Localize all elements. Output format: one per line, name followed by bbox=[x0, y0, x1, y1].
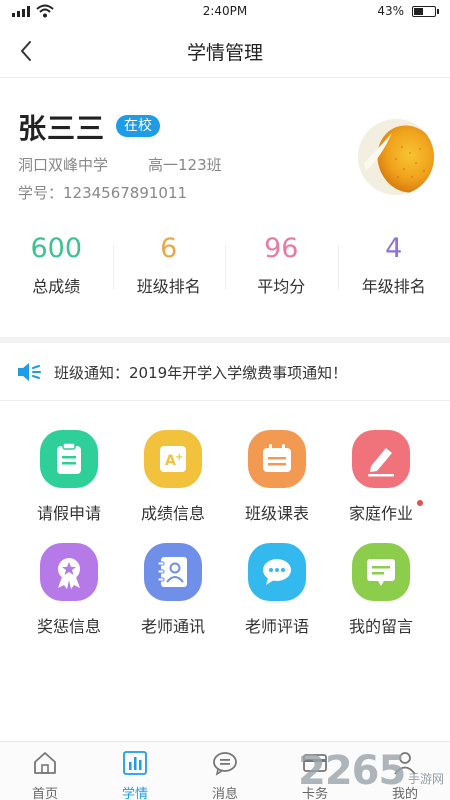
teacher-contacts-button[interactable]: 老师通讯 bbox=[121, 543, 225, 656]
stat-label: 班级排名 bbox=[136, 277, 201, 296]
stat-value: 96 bbox=[264, 233, 299, 264]
status-badge: 在校 bbox=[116, 115, 160, 137]
tab-mine[interactable]: 我的 bbox=[360, 742, 450, 800]
grid-item-label: 我的留言 bbox=[348, 617, 413, 636]
schedule-icon bbox=[248, 430, 306, 488]
tab-label: 我的 bbox=[391, 787, 418, 800]
teacher-comments-button[interactable]: 老师评语 bbox=[225, 543, 329, 656]
grid-item-label: 成绩信息 bbox=[140, 504, 205, 523]
tab-label: 卡务 bbox=[301, 787, 328, 800]
feature-grid: 请假申请 A + 成绩信息 班级课表 家庭作业 奖惩信息 老师通讯 老师评语 我… bbox=[0, 430, 450, 656]
grid-item-label: 老师评语 bbox=[244, 617, 309, 636]
tab-study[interactable]: 学情 bbox=[90, 742, 180, 800]
battery-icon bbox=[412, 6, 439, 17]
class-schedule-button[interactable]: 班级课表 bbox=[225, 430, 329, 543]
chat-icon bbox=[213, 752, 237, 776]
stat-label: 总成绩 bbox=[32, 277, 81, 296]
grid-item-label: 班级课表 bbox=[244, 504, 309, 523]
grid-item-label: 请假申请 bbox=[36, 504, 101, 523]
leave-request-icon bbox=[40, 430, 98, 488]
grid-item-label: 奖惩信息 bbox=[36, 617, 101, 636]
award-icon bbox=[40, 543, 98, 601]
stat-value: 6 bbox=[160, 233, 178, 264]
bottom-tab-bar: 首页 学情 消息 卡务 我的 bbox=[0, 741, 450, 800]
tab-label: 学情 bbox=[121, 787, 148, 800]
status-bar: 2:40PM 43% bbox=[0, 0, 450, 24]
student-profile-card: 张三三 在校 洞口双峰中学 高一123班 学号：1234567891011 60… bbox=[0, 79, 450, 337]
message-icon bbox=[352, 543, 410, 601]
stats-row: 600 总成绩 6 班级排名 96 平均分 4 年级排名 bbox=[0, 229, 450, 309]
comment-icon bbox=[248, 543, 306, 601]
user-icon bbox=[394, 752, 416, 775]
page-title: 学情管理 bbox=[186, 42, 263, 64]
avatar-image bbox=[358, 119, 434, 195]
notification-dot bbox=[417, 500, 423, 506]
card-icon bbox=[303, 754, 327, 772]
notice-text: 班级通知：2019年开学入学缴费事项通知！ bbox=[54, 364, 348, 382]
stat-total-score[interactable]: 600 总成绩 bbox=[0, 229, 113, 309]
home-icon bbox=[34, 752, 56, 774]
stat-label: 平均分 bbox=[257, 277, 306, 296]
stats-icon bbox=[123, 751, 147, 775]
battery-percent: 43% bbox=[377, 4, 404, 18]
contacts-icon bbox=[144, 543, 202, 601]
stat-grade-rank[interactable]: 4 年级排名 bbox=[337, 229, 450, 309]
tab-card[interactable]: 卡务 bbox=[270, 742, 360, 800]
stat-class-rank[interactable]: 6 班级排名 bbox=[112, 229, 226, 309]
tab-label: 首页 bbox=[31, 787, 58, 800]
tab-messages[interactable]: 消息 bbox=[180, 742, 270, 800]
my-messages-button[interactable]: 我的留言 bbox=[329, 543, 433, 656]
speaker-icon bbox=[18, 363, 41, 381]
homework-button[interactable]: 家庭作业 bbox=[329, 430, 433, 543]
leave-request-button[interactable]: 请假申请 bbox=[17, 430, 121, 543]
class-name: 高一123班 bbox=[148, 156, 222, 174]
student-name: 张三三 bbox=[18, 112, 106, 145]
grade-info-icon: A + bbox=[144, 430, 202, 488]
svg-text:+: + bbox=[175, 452, 183, 463]
stat-value: 600 bbox=[30, 233, 83, 264]
grade-info-button[interactable]: A + 成绩信息 bbox=[121, 430, 225, 543]
student-id: 学号：1234567891011 bbox=[18, 184, 188, 202]
stat-average[interactable]: 96 平均分 bbox=[225, 229, 338, 309]
homework-icon bbox=[352, 430, 410, 488]
tab-label: 消息 bbox=[211, 787, 238, 800]
stat-value: 4 bbox=[385, 233, 403, 264]
class-notice-bar[interactable]: 班级通知：2019年开学入学缴费事项通知！ bbox=[0, 343, 450, 401]
avatar[interactable] bbox=[358, 119, 434, 195]
grid-item-label: 老师通讯 bbox=[140, 617, 205, 636]
award-info-button[interactable]: 奖惩信息 bbox=[17, 543, 121, 656]
school-name: 洞口双峰中学 bbox=[18, 156, 109, 174]
stat-label: 年级排名 bbox=[361, 277, 426, 296]
nav-bar: 学情管理 bbox=[0, 24, 450, 78]
tab-home[interactable]: 首页 bbox=[0, 742, 90, 800]
